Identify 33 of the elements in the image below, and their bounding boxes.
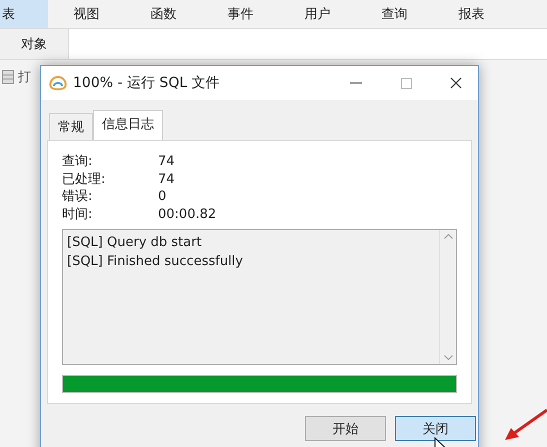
tab[interactable]: 常规 xyxy=(49,113,93,140)
menu-item[interactable]: 事件 xyxy=(202,0,279,28)
stat-label: 已处理: xyxy=(62,170,106,188)
menu-item[interactable]: 查询 xyxy=(356,0,433,28)
menu-item[interactable]: 报表 xyxy=(433,0,510,28)
menu-item[interactable]: 函数 xyxy=(125,0,202,28)
close-icon[interactable] xyxy=(450,77,462,89)
pointer-arrow-icon xyxy=(503,408,547,442)
minimize-icon[interactable] xyxy=(350,82,362,84)
scroll-down-icon[interactable] xyxy=(444,355,452,360)
stat-label: 查询: xyxy=(62,153,94,170)
maximize-icon[interactable] xyxy=(400,78,412,88)
log-line: [SQL] Query db start xyxy=(67,234,203,252)
window-title: 100% - 运行 SQL 文件 xyxy=(73,74,221,92)
stat-label: 错误: xyxy=(62,188,94,206)
dialog-button[interactable]: 开始 xyxy=(305,416,386,441)
menu-item[interactable]: 表 xyxy=(0,0,48,28)
dialog-button[interactable]: 关闭 xyxy=(395,416,476,441)
log-line: [SQL] Finished successfully xyxy=(67,253,244,271)
stat-value: 74 xyxy=(158,170,176,188)
stat-value: 00:00.82 xyxy=(158,206,218,223)
menu-item[interactable]: 视图 xyxy=(48,0,125,28)
app-icon xyxy=(49,75,67,91)
table-icon[interactable] xyxy=(2,70,14,84)
objects-tab[interactable]: 对象 xyxy=(0,29,68,59)
tab[interactable]: 信息日志 xyxy=(93,110,163,140)
log-box[interactable]: [SQL] Query db start [SQL] Finished successfully xyxy=(62,229,457,365)
stat-label: 时间: xyxy=(62,206,94,223)
menu-item[interactable]: 用户 xyxy=(279,0,356,28)
scroll-up-icon[interactable] xyxy=(444,234,452,239)
open-label[interactable]: 打 xyxy=(18,68,31,86)
stat-value: 74 xyxy=(158,153,176,170)
stat-value: 0 xyxy=(158,188,168,206)
